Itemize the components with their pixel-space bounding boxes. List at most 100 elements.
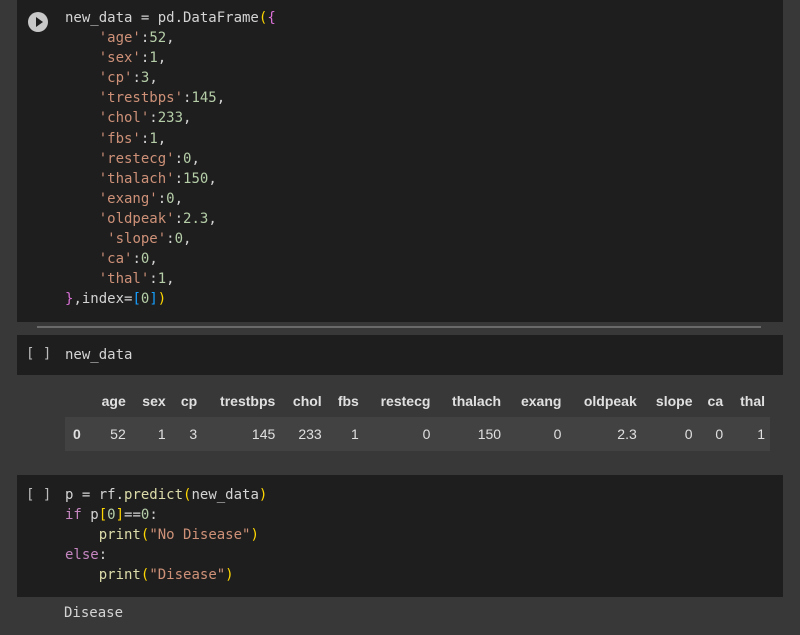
code-token: predict (124, 487, 184, 503)
table-cell: 233 (280, 417, 327, 451)
run-cell-icon[interactable] (28, 12, 48, 32)
execution-count: [ ] (26, 487, 52, 503)
table-cell: 145 (202, 417, 281, 451)
code-token: 'age' (98, 30, 141, 47)
code-token: new_data (65, 347, 133, 363)
table-cell: 1 (728, 417, 770, 451)
column-header: exang (520, 393, 562, 409)
column-header: cp (180, 393, 198, 409)
code-token: , (174, 190, 184, 207)
column-header: thalach (452, 393, 502, 409)
code-token: : (174, 170, 184, 187)
code-token: 2.3 (183, 210, 209, 227)
code-token: 'trestbps' (98, 90, 184, 107)
code-token: , (183, 110, 192, 127)
code-token: 'thal' (98, 271, 150, 288)
code-line: 'restecg':0, (65, 149, 276, 169)
code-token: p = rf. (65, 487, 125, 503)
code-token: ,index= (73, 291, 133, 308)
table-header-row: age sex cp trestbps chol fbs restecg thalach exa… (65, 385, 770, 417)
table-cell: 1 (130, 417, 171, 451)
column-header: sex (142, 393, 166, 409)
code-line: 'chol':233, (65, 108, 276, 128)
code-token: print (98, 567, 141, 584)
code-token: new_data (191, 487, 259, 503)
code-token: == (124, 507, 141, 524)
code-line: 'exang':0, (65, 189, 276, 209)
code-line: 'thalach':150, (65, 169, 276, 189)
code-token: : (149, 110, 158, 127)
code-cell-3[interactable]: [ ] p = rf.predict(new_data) if p[0]==0: … (17, 475, 783, 597)
column-header: slope (655, 393, 693, 409)
code-token: , (183, 231, 192, 248)
column-header: chol (292, 393, 322, 409)
table-cell: 150 (435, 417, 507, 451)
table-cell: 1 (326, 417, 364, 451)
code-line: 'cp':3, (65, 68, 276, 88)
code-line: p = rf.predict(new_data) (65, 485, 267, 505)
code-token: , (208, 210, 217, 227)
code-cell-2[interactable]: [ ] new_data (17, 335, 783, 375)
code-token: , (216, 90, 226, 107)
code-token: 1 (157, 271, 167, 288)
code-token: : (149, 271, 158, 288)
code-line: 'oldpeak':2.3, (65, 209, 276, 229)
code-line: 'age':52, (65, 28, 276, 48)
table-cell: 2.3 (566, 417, 642, 451)
code-token: 0 (174, 231, 184, 248)
code-token: : (132, 251, 141, 268)
code-token: 150 (183, 170, 209, 187)
code-token: : (157, 190, 167, 207)
code-token: , (191, 150, 200, 167)
table-cell: 52 (89, 417, 131, 451)
code-token: print (98, 527, 141, 544)
code-token: 'chol' (98, 110, 150, 127)
table-row: 0 52 1 3 145 233 1 0 150 0 2.3 0 0 1 (65, 417, 770, 451)
code-editor[interactable]: p = rf.predict(new_data) if p[0]==0: prin… (65, 485, 267, 585)
code-token: 145 (191, 90, 217, 107)
table-cell: 0 (506, 417, 567, 451)
column-header: trestbps (220, 393, 276, 409)
code-token: 1 (149, 50, 158, 67)
dataframe-output: age sex cp trestbps chol fbs restecg thalach exa… (65, 385, 770, 451)
code-line: 'fbs':1, (65, 129, 276, 149)
code-token: ) (225, 567, 234, 584)
code-token: , (157, 130, 167, 147)
code-line: 'ca':0, (65, 249, 276, 269)
code-line: if p[0]==0: (65, 505, 267, 525)
code-token: : (98, 547, 108, 564)
code-token: ) (250, 527, 259, 544)
code-token: 'cp' (98, 70, 133, 87)
code-editor[interactable]: new_data (65, 345, 132, 365)
code-token: new_data = pd.DataFrame (65, 10, 259, 26)
code-token: 'ca' (98, 251, 133, 268)
code-token: : (174, 150, 184, 167)
column-header: thal (740, 393, 765, 409)
table-cell: 3 (170, 417, 203, 451)
code-token: , (208, 170, 217, 187)
cell-divider (37, 326, 761, 328)
code-editor[interactable]: new_data = pd.DataFrame({ 'age':52, 'sex… (65, 8, 276, 309)
code-token: , (166, 271, 175, 288)
code-token: { (267, 10, 276, 26)
code-line: print("No Disease") (65, 525, 267, 545)
column-header: ca (707, 393, 724, 409)
code-token: : (149, 507, 158, 524)
code-cell-1[interactable]: new_data = pd.DataFrame({ 'age':52, 'sex… (17, 0, 783, 322)
code-token: : (174, 210, 184, 227)
code-token: 'slope' (107, 231, 167, 248)
code-token: 233 (157, 110, 184, 127)
code-line: 'trestbps':145, (65, 88, 276, 108)
column-header: age (101, 393, 126, 409)
code-token: 'oldpeak' (98, 210, 175, 227)
code-token: , (149, 251, 158, 268)
column-header (65, 385, 90, 417)
